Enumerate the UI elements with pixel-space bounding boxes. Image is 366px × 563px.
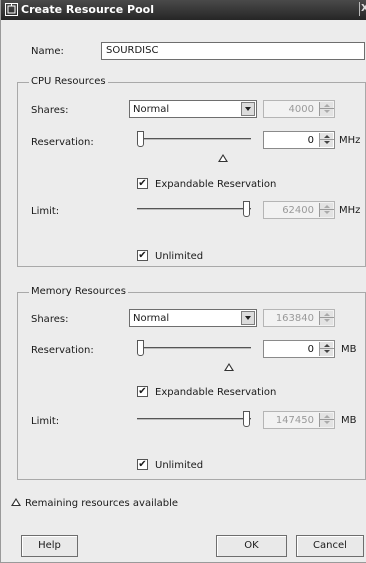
spin-down-icon bbox=[320, 210, 334, 217]
cpu-group-title: CPU Resources bbox=[29, 76, 108, 87]
create-resource-pool-dialog: Create Resource Pool X Name: SOURDISC CP… bbox=[0, 0, 366, 563]
memory-expandable-checkbox[interactable]: ✔ bbox=[137, 386, 148, 397]
cpu-unlimited-checkbox[interactable]: ✔ bbox=[137, 250, 148, 261]
cpu-reservation-value: 0 bbox=[307, 135, 314, 146]
memory-unlimited-label: Unlimited bbox=[155, 460, 204, 471]
cpu-reservation-slider-thumb[interactable] bbox=[137, 131, 144, 147]
resource-pool-icon bbox=[5, 3, 18, 16]
cancel-button[interactable]: Cancel bbox=[296, 535, 364, 557]
chevron-down-icon[interactable] bbox=[241, 102, 255, 116]
spin-up-icon bbox=[320, 311, 334, 318]
cpu-reservation-spinner[interactable]: 0 bbox=[263, 131, 335, 149]
memory-reservation-spinner[interactable]: 0 bbox=[263, 340, 335, 358]
name-value: SOURDISC bbox=[106, 45, 159, 56]
memory-shares-selected: Normal bbox=[133, 313, 170, 324]
memory-reservation-label: Reservation: bbox=[31, 345, 94, 356]
legend-text: Remaining resources available bbox=[25, 498, 179, 509]
triangle-marker-icon bbox=[11, 498, 21, 506]
memory-shares-spinner: 163840 bbox=[263, 309, 335, 327]
title-bar: Create Resource Pool X bbox=[1, 0, 366, 20]
memory-shares-select[interactable]: Normal bbox=[129, 309, 257, 327]
memory-reservation-value: 0 bbox=[307, 344, 314, 355]
spin-up-icon bbox=[320, 203, 334, 210]
memory-limit-slider-thumb[interactable] bbox=[243, 411, 250, 427]
cpu-reservation-slider[interactable] bbox=[137, 130, 251, 148]
cpu-limit-slider[interactable] bbox=[137, 200, 251, 218]
cpu-shares-select[interactable]: Normal bbox=[129, 100, 257, 118]
cpu-expandable-label: Expandable Reservation bbox=[155, 179, 277, 190]
memory-unlimited-checkbox[interactable]: ✔ bbox=[137, 459, 148, 470]
cpu-shares-value: 4000 bbox=[288, 104, 314, 115]
remaining-resources-marker-icon bbox=[224, 363, 234, 371]
cpu-limit-spinner: 62400 bbox=[263, 201, 335, 219]
name-input[interactable]: SOURDISC bbox=[101, 42, 365, 60]
memory-limit-unit: MB bbox=[341, 415, 357, 426]
chevron-down-icon[interactable] bbox=[241, 311, 255, 325]
memory-group-title: Memory Resources bbox=[29, 286, 128, 297]
memory-shares-value: 163840 bbox=[275, 313, 314, 324]
help-button[interactable]: Help bbox=[21, 535, 78, 557]
memory-expandable-label: Expandable Reservation bbox=[155, 387, 277, 398]
memory-reservation-slider-thumb[interactable] bbox=[137, 340, 144, 356]
memory-limit-label: Limit: bbox=[31, 416, 60, 427]
memory-limit-slider[interactable] bbox=[137, 410, 251, 428]
memory-shares-label: Shares: bbox=[31, 314, 69, 325]
remaining-resources-marker-icon bbox=[218, 154, 228, 162]
cpu-shares-spinner: 4000 bbox=[263, 100, 335, 118]
cpu-limit-unit: MHz bbox=[339, 205, 361, 216]
memory-reservation-slider[interactable] bbox=[137, 339, 251, 357]
spin-down-icon bbox=[320, 420, 334, 427]
cpu-reservation-label: Reservation: bbox=[31, 137, 94, 148]
memory-limit-spinner: 147450 bbox=[263, 411, 335, 429]
memory-limit-value: 147450 bbox=[275, 415, 314, 426]
dialog-title: Create Resource Pool bbox=[21, 3, 154, 16]
spin-up-icon bbox=[320, 413, 334, 420]
close-icon[interactable]: X bbox=[359, 2, 366, 16]
cpu-shares-label: Shares: bbox=[31, 105, 69, 116]
cpu-expandable-checkbox[interactable]: ✔ bbox=[137, 178, 148, 189]
cpu-limit-slider-thumb[interactable] bbox=[243, 201, 250, 217]
spin-down-icon bbox=[320, 109, 334, 116]
cpu-limit-label: Limit: bbox=[31, 206, 60, 217]
cpu-reservation-unit: MHz bbox=[339, 135, 361, 146]
cpu-shares-selected: Normal bbox=[133, 104, 170, 115]
name-label: Name: bbox=[31, 46, 64, 57]
memory-reservation-unit: MB bbox=[341, 344, 357, 355]
spin-up-icon bbox=[320, 102, 334, 109]
spin-up-icon[interactable] bbox=[320, 133, 334, 140]
spin-down-icon[interactable] bbox=[320, 349, 334, 356]
spin-down-icon[interactable] bbox=[320, 140, 334, 147]
cpu-unlimited-label: Unlimited bbox=[155, 251, 204, 262]
spin-up-icon[interactable] bbox=[320, 342, 334, 349]
cpu-limit-value: 62400 bbox=[282, 205, 314, 216]
ok-button[interactable]: OK bbox=[216, 535, 287, 557]
spin-down-icon bbox=[320, 318, 334, 325]
